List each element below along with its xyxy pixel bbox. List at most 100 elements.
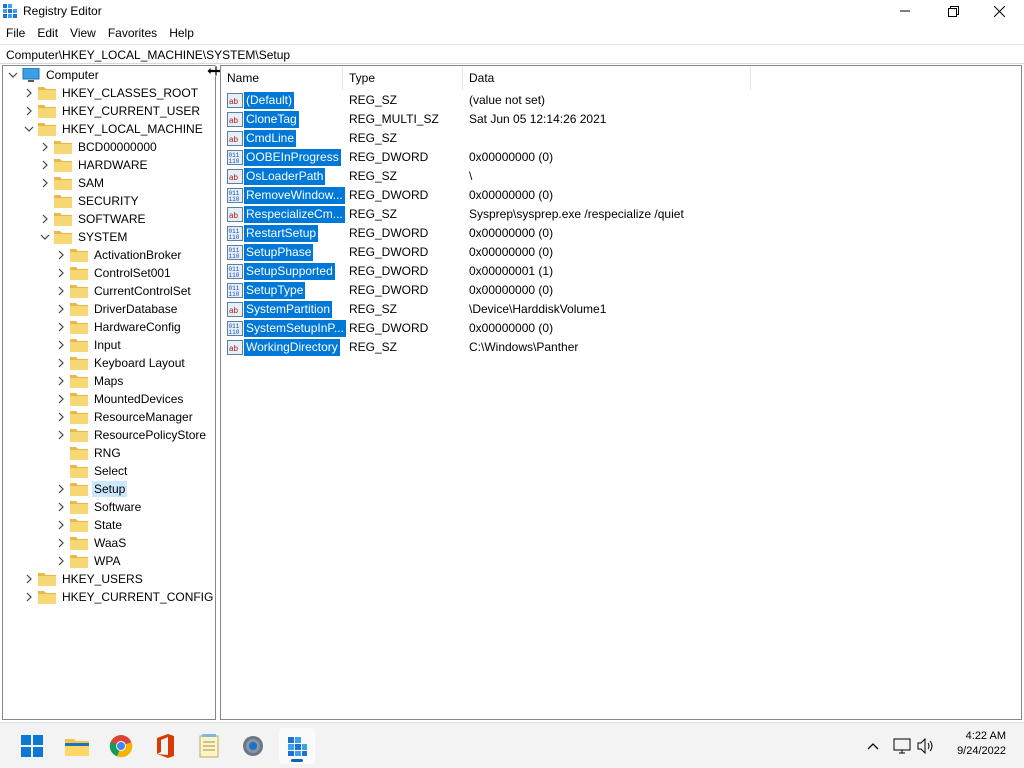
tree-node-state[interactable]: State: [55, 516, 124, 534]
value-row[interactable]: ab (Default) REG_SZ (value not set): [225, 91, 1015, 110]
value-row[interactable]: ab WorkingDirectory REG_SZ C:\Windows\Panth…: [225, 338, 1015, 357]
chevron-down-icon[interactable]: [39, 228, 51, 246]
value-row[interactable]: ab CloneTag REG_MULTI_SZ Sat Jun 05 12:14:2…: [225, 110, 1015, 129]
tree-node-select[interactable]: Select: [55, 462, 129, 480]
value-row[interactable]: 011 110 OOBEInProgress REG_DWORD 0x00000000 …: [225, 148, 1015, 167]
tree-node-hardware[interactable]: HARDWARE: [39, 156, 150, 174]
clock-time[interactable]: 4:22 AM: [960, 730, 1006, 742]
start-button[interactable]: [14, 728, 50, 764]
tree-node-input[interactable]: Input: [55, 336, 123, 354]
chevron-right-icon[interactable]: [55, 300, 67, 318]
tree-node-resourcepolicystore[interactable]: ResourcePolicyStore: [55, 426, 208, 444]
menu-edit[interactable]: Edit: [31, 24, 64, 42]
tree-node-wpa[interactable]: WPA: [55, 552, 122, 570]
tree-node-hkey-local-machine[interactable]: HKEY_LOCAL_MACHINE: [23, 120, 205, 138]
tree-node-currentcontrolset[interactable]: CurrentControlSet: [55, 282, 193, 300]
chevron-right-icon[interactable]: [55, 246, 67, 264]
tree-node-security[interactable]: SECURITY: [39, 192, 141, 210]
menu-file[interactable]: File: [0, 24, 31, 42]
value-row[interactable]: ab CmdLine REG_SZ: [225, 129, 1015, 148]
address-bar[interactable]: Computer\HKEY_LOCAL_MACHINE\SYSTEM\Setup: [0, 44, 1024, 64]
chevron-right-icon[interactable]: [55, 534, 67, 552]
taskbar-office[interactable]: [147, 728, 183, 764]
menu-favorites[interactable]: Favorites: [102, 24, 163, 42]
chevron-right-icon[interactable]: [55, 282, 67, 300]
tree-node-waas[interactable]: WaaS: [55, 534, 128, 552]
tree-node-software[interactable]: Software: [55, 498, 143, 516]
tree-node-activationbroker[interactable]: ActivationBroker: [55, 246, 183, 264]
chevron-right-icon[interactable]: [55, 480, 67, 498]
chevron-right-icon[interactable]: [55, 264, 67, 282]
tree-node-hkey-users[interactable]: HKEY_USERS: [23, 570, 145, 588]
tree-node-system[interactable]: SYSTEM: [39, 228, 129, 246]
value-row[interactable]: 011 110 SetupSupported REG_DWORD 0x00000001 …: [225, 262, 1015, 281]
tree-node-keyboard-layout[interactable]: Keyboard Layout: [55, 354, 187, 372]
value-row[interactable]: ab RespecializeCm... REG_SZ Sysprep\sysprep…: [225, 205, 1015, 224]
value-row[interactable]: ab SystemPartition REG_SZ \Device\HarddiskV…: [225, 300, 1015, 319]
registry-tree[interactable]: Computer HKEY_CLASSES_ROOT HKEY_CURRENT_US…: [2, 65, 216, 720]
tree-node-bcd00000000[interactable]: BCD00000000: [39, 138, 159, 156]
value-row[interactable]: 011 110 SetupType REG_DWORD 0x00000000 (0): [225, 281, 1015, 300]
value-row[interactable]: 011 110 RestartSetup REG_DWORD 0x00000000 (0…: [225, 224, 1015, 243]
chevron-down-icon[interactable]: [23, 120, 35, 138]
chevron-right-icon[interactable]: [55, 336, 67, 354]
chevron-right-icon[interactable]: [55, 408, 67, 426]
chevron-right-icon[interactable]: [23, 84, 35, 102]
tree-node-software[interactable]: SOFTWARE: [39, 210, 148, 228]
chevron-right-icon[interactable]: [55, 426, 67, 444]
menu-view[interactable]: View: [64, 24, 102, 42]
values-list[interactable]: Name Type Data ab (Default) REG_SZ (value n…: [220, 65, 1022, 720]
tree-node-mounteddevices[interactable]: MountedDevices: [55, 390, 185, 408]
chevron-right-icon[interactable]: [39, 138, 51, 156]
chevron-right-icon[interactable]: [55, 390, 67, 408]
tree-node-resourcemanager[interactable]: ResourceManager: [55, 408, 195, 426]
value-row[interactable]: ab OsLoaderPath REG_SZ \: [225, 167, 1015, 186]
taskbar-registry-editor[interactable]: [279, 728, 315, 764]
minimize-button[interactable]: [882, 0, 928, 22]
column-data[interactable]: Data: [463, 66, 751, 90]
tree-node-hkey-current-config[interactable]: HKEY_CURRENT_CONFIG: [23, 588, 215, 606]
menu-help[interactable]: Help: [163, 24, 200, 42]
chevron-right-icon[interactable]: [55, 552, 67, 570]
clock-date[interactable]: 9/24/2022: [948, 745, 1006, 757]
chevron-right-icon[interactable]: [55, 372, 67, 390]
taskbar-settings[interactable]: [235, 728, 271, 764]
chevron-right-icon[interactable]: [39, 156, 51, 174]
tree-node-rng[interactable]: RNG: [55, 444, 123, 462]
tray-volume[interactable]: [914, 728, 938, 764]
chevron-right-icon[interactable]: [55, 354, 67, 372]
value-name: RestartSetup: [244, 225, 319, 242]
value-row[interactable]: 011 110 RemoveWindow... REG_DWORD 0x00000000…: [225, 186, 1015, 205]
chevron-right-icon[interactable]: [55, 318, 67, 336]
taskbar-file-explorer[interactable]: [59, 728, 95, 764]
column-name[interactable]: Name: [221, 66, 343, 90]
tree-node-hkey-current-user[interactable]: HKEY_CURRENT_USER: [23, 102, 202, 120]
column-type[interactable]: Type: [343, 66, 463, 90]
value-name: SetupPhase: [244, 244, 314, 261]
maximize-button[interactable]: [930, 0, 976, 22]
chevron-right-icon[interactable]: [23, 570, 35, 588]
chevron-right-icon[interactable]: [39, 174, 51, 192]
chevron-right-icon[interactable]: [23, 102, 35, 120]
taskbar-notepad[interactable]: [191, 728, 227, 764]
address-path[interactable]: Computer\HKEY_LOCAL_MACHINE\SYSTEM\Setup: [6, 48, 290, 62]
tree-node-setup[interactable]: Setup: [55, 480, 128, 498]
chevron-right-icon[interactable]: [55, 516, 67, 534]
chevron-right-icon[interactable]: [39, 210, 51, 228]
chevron-down-icon[interactable]: [7, 66, 19, 84]
close-button[interactable]: [976, 0, 1022, 22]
chevron-right-icon[interactable]: [23, 588, 35, 606]
tree-node-sam[interactable]: SAM: [39, 174, 106, 192]
value-row[interactable]: 011 110 SetupPhase REG_DWORD 0x00000000 (0): [225, 243, 1015, 262]
value-row[interactable]: 011 110 SystemSetupInP... REG_DWORD 0x000000…: [225, 319, 1015, 338]
tree-node-hardwareconfig[interactable]: HardwareConfig: [55, 318, 183, 336]
tree-node-computer[interactable]: Computer: [7, 66, 101, 84]
chevron-right-icon[interactable]: [55, 498, 67, 516]
taskbar-chrome[interactable]: [103, 728, 139, 764]
tray-network[interactable]: [890, 728, 914, 764]
tree-node-hkey-classes-root[interactable]: HKEY_CLASSES_ROOT: [23, 84, 200, 102]
tree-node-maps[interactable]: Maps: [55, 372, 125, 390]
tray-overflow-button[interactable]: [860, 728, 886, 764]
tree-node-controlset001[interactable]: ControlSet001: [55, 264, 173, 282]
tree-node-driverdatabase[interactable]: DriverDatabase: [55, 300, 179, 318]
